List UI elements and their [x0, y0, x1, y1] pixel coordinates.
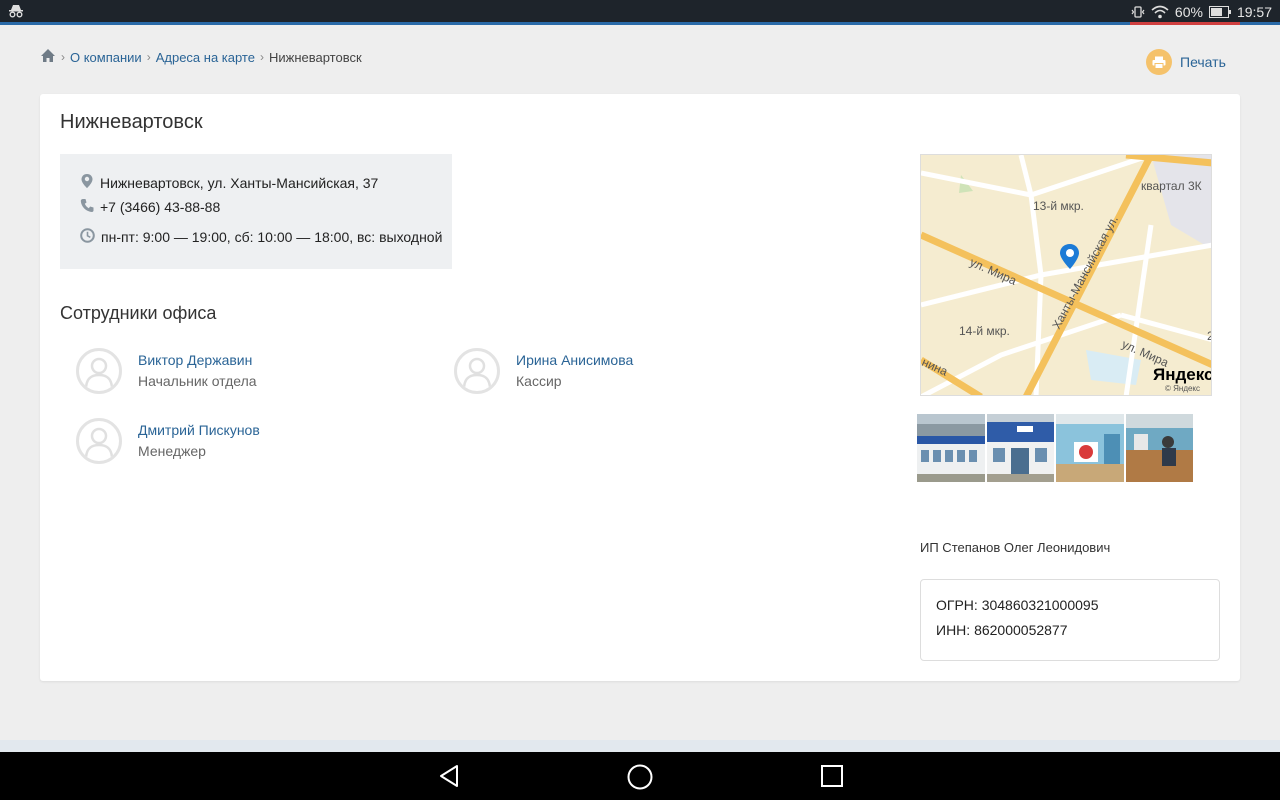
- address-text: Нижневартовск, ул. Ханты-Мансийская, 37: [100, 174, 379, 191]
- phone-row: +7 (3466) 43-88-88: [80, 198, 220, 216]
- print-label: Печать: [1180, 54, 1226, 70]
- clock-icon: [80, 228, 95, 246]
- navigation-bar: [0, 752, 1280, 800]
- vibrate-icon: [1131, 5, 1145, 19]
- office-photo[interactable]: [986, 414, 1054, 482]
- office-photo[interactable]: [1125, 414, 1193, 482]
- breadcrumb-addresses[interactable]: Адреса на карте: [156, 50, 255, 65]
- accent-line-red: [1130, 22, 1240, 25]
- yandex-map[interactable]: 13-й мкр. квартал 3К ул. Мира Ханты-Манс…: [920, 154, 1212, 396]
- employee-card: Ирина Анисимова Кассир: [454, 348, 633, 394]
- breadcrumb: › О компании › Адреса на карте › Нижнева…: [40, 48, 362, 66]
- employee-name[interactable]: Виктор Державин: [138, 352, 257, 368]
- address-row: Нижневартовск, ул. Ханты-Мансийская, 37: [80, 173, 378, 192]
- recents-icon[interactable]: [820, 764, 844, 793]
- incognito-icon: [8, 4, 24, 21]
- employee-card: Дмитрий Пискунов Менеджер: [76, 418, 260, 464]
- map-label: 14-й мкр.: [959, 324, 1010, 338]
- office-photo[interactable]: [917, 414, 985, 482]
- printer-icon: [1146, 49, 1172, 75]
- status-bar: 60% 19:57: [0, 0, 1280, 25]
- map-label: квартал 3К: [1141, 179, 1202, 193]
- map-label: 13-й мкр.: [1033, 199, 1084, 213]
- hours-row: пн-пт: 9:00 — 19:00, сб: 10:00 — 18:00, …: [80, 228, 442, 246]
- employee-role: Кассир: [516, 373, 562, 389]
- page-title: Нижневартовск: [60, 111, 203, 133]
- breadcrumb-about[interactable]: О компании: [70, 50, 142, 65]
- avatar: [76, 348, 122, 394]
- print-button[interactable]: Печать: [1146, 49, 1226, 75]
- home-nav-icon[interactable]: [627, 764, 653, 795]
- inn-text: ИНН: 862000052877: [936, 622, 1068, 638]
- yandex-logo: Яндекс: [1153, 365, 1212, 384]
- employee-role: Начальник отдела: [138, 373, 257, 389]
- phone-text[interactable]: +7 (3466) 43-88-88: [100, 199, 220, 215]
- employee-name[interactable]: Ирина Анисимова: [516, 352, 633, 368]
- company-name: ИП Степанов Олег Леонидович: [920, 540, 1111, 555]
- clock: 19:57: [1236, 4, 1272, 20]
- hours-text: пн-пт: 9:00 — 19:00, сб: 10:00 — 18:00, …: [101, 229, 443, 245]
- employee-card: Виктор Державин Начальник отдела: [76, 348, 257, 394]
- wifi-icon: [1151, 5, 1169, 19]
- employee-role: Менеджер: [138, 443, 206, 459]
- office-photo[interactable]: [1056, 414, 1124, 482]
- employee-name[interactable]: Дмитрий Пискунов: [138, 422, 260, 438]
- registration-box: ОГРН: 304860321000095 ИНН: 862000052877: [920, 579, 1220, 661]
- contact-info-box: Нижневартовск, ул. Ханты-Мансийская, 37 …: [60, 154, 452, 269]
- chevron-right-icon: ›: [259, 50, 264, 64]
- phone-icon: [80, 198, 94, 216]
- battery-percent: 60%: [1174, 4, 1203, 20]
- back-icon[interactable]: [437, 764, 461, 793]
- accent-line: [0, 22, 1280, 25]
- footer-strip: [0, 740, 1280, 752]
- avatar: [454, 348, 500, 394]
- chevron-right-icon: ›: [61, 50, 65, 64]
- home-icon[interactable]: [40, 48, 56, 66]
- ogrn-text: ОГРН: 304860321000095: [936, 597, 1099, 613]
- location-pin-icon: [80, 173, 94, 192]
- map-label: 2: [1207, 329, 1212, 343]
- battery-icon: [1208, 6, 1231, 18]
- chevron-right-icon: ›: [146, 50, 151, 64]
- map-copyright: © Яндекс: [1165, 384, 1200, 393]
- breadcrumb-current: Нижневартовск: [268, 49, 362, 65]
- avatar: [76, 418, 122, 464]
- office-card: Нижневартовск Нижневартовск, ул. Ханты-М…: [40, 94, 1240, 681]
- office-photos: [917, 414, 1193, 482]
- map-canvas: 13-й мкр. квартал 3К ул. Мира Ханты-Манс…: [921, 155, 1212, 395]
- staff-title: Сотрудники офиса: [60, 303, 217, 323]
